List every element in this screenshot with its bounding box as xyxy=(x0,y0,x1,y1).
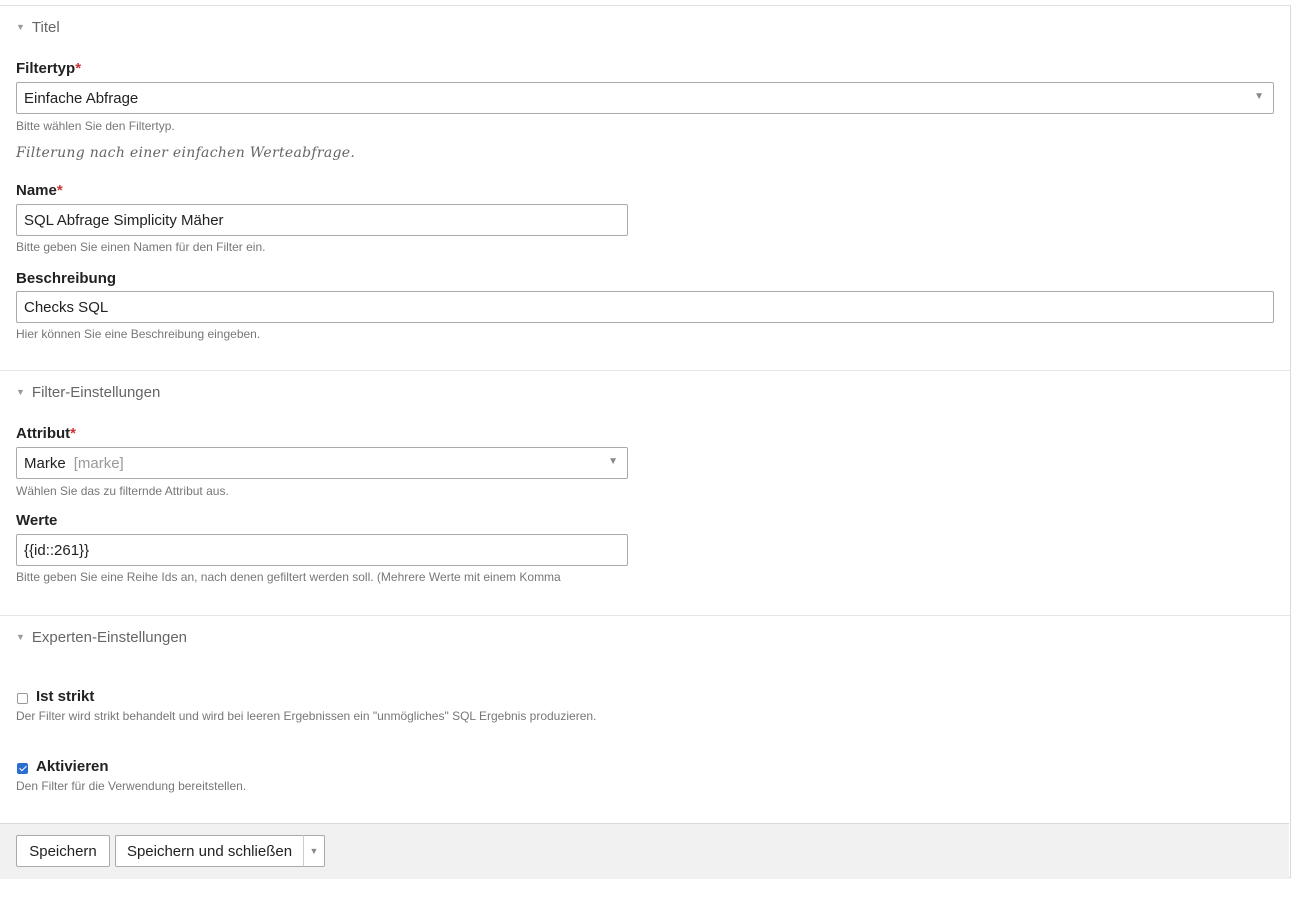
attribut-label: Attribut* xyxy=(16,425,76,442)
save-and-close-button[interactable]: Speichern und schließen xyxy=(115,835,304,867)
filtertyp-description: Filterung nach einer einfachen Werteabfr… xyxy=(16,145,356,161)
filtertyp-label-text: Filtertyp xyxy=(16,60,76,77)
required-mark: * xyxy=(70,425,76,442)
attribut-select[interactable]: Marke [marke] ▼ xyxy=(16,447,628,479)
section-filter-settings: ▼ Filter-Einstellungen Attribut* Marke [… xyxy=(0,371,1290,616)
section-expert-settings-toggle[interactable]: ▼ Experten-Einstellungen xyxy=(16,629,187,646)
chevron-down-icon: ▼ xyxy=(608,456,618,467)
triangle-down-icon: ▼ xyxy=(16,21,25,32)
chevron-down-icon: ▼ xyxy=(1254,91,1264,102)
attribut-value-sub: [marke] xyxy=(73,454,124,472)
aktivieren-checkbox[interactable] xyxy=(17,763,28,774)
aktivieren-label[interactable]: Aktivieren xyxy=(36,758,109,775)
section-filter-settings-toggle[interactable]: ▼ Filter-Einstellungen xyxy=(16,384,160,401)
section-filter-settings-legend: Filter-Einstellungen xyxy=(31,384,161,401)
required-mark: * xyxy=(56,182,63,199)
form-footer: Speichern Speichern und schließen ▼ xyxy=(0,823,1289,879)
triangle-down-icon: ▼ xyxy=(16,386,25,397)
name-input[interactable] xyxy=(16,204,628,236)
ist-strikt-help: Der Filter wird strikt behandelt und wir… xyxy=(16,709,597,723)
required-mark: * xyxy=(75,60,82,77)
attribut-help: Wählen Sie das zu filternde Attribut aus… xyxy=(16,484,229,498)
section-expert-settings-legend: Experten-Einstellungen xyxy=(31,629,188,646)
filter-edit-form: ▼ Titel Filtertyp* Einfache Abfrage ▼ Bi… xyxy=(0,5,1291,879)
triangle-down-icon: ▼ xyxy=(16,631,25,642)
werte-input[interactable] xyxy=(16,534,628,566)
name-label: Name* xyxy=(16,182,63,199)
werte-label: Werte xyxy=(16,512,58,529)
filtertyp-select[interactable]: Einfache Abfrage ▼ xyxy=(16,82,1274,114)
beschreibung-help: Hier können Sie eine Beschreibung eingeb… xyxy=(16,327,261,341)
name-label-text: Name xyxy=(16,182,57,199)
attribut-value: Marke xyxy=(24,454,66,472)
aktivieren-help: Den Filter für die Verwendung bereitstel… xyxy=(16,779,247,793)
filtertyp-value: Einfache Abfrage xyxy=(24,89,139,107)
filtertyp-label: Filtertyp* xyxy=(16,60,81,77)
section-title: ▼ Titel Filtertyp* Einfache Abfrage ▼ Bi… xyxy=(0,6,1290,371)
save-button[interactable]: Speichern xyxy=(16,835,110,867)
filtertyp-help: Bitte wählen Sie den Filtertyp. xyxy=(16,119,175,133)
attribut-label-text: Attribut xyxy=(16,425,71,442)
beschreibung-label: Beschreibung xyxy=(16,270,117,287)
ist-strikt-label[interactable]: Ist strikt xyxy=(36,688,94,705)
beschreibung-input[interactable] xyxy=(16,291,1274,323)
save-options-dropdown[interactable]: ▼ xyxy=(303,835,325,867)
werte-help: Bitte geben Sie eine Reihe Ids an, nach … xyxy=(16,570,561,584)
section-expert-settings: ▼ Experten-Einstellungen Ist strikt Der … xyxy=(0,616,1290,821)
chevron-down-icon: ▼ xyxy=(309,846,319,856)
name-help: Bitte geben Sie einen Namen für den Filt… xyxy=(16,240,266,254)
section-title-legend: Titel xyxy=(31,19,60,36)
ist-strikt-checkbox[interactable] xyxy=(17,693,28,704)
section-title-toggle[interactable]: ▼ Titel xyxy=(16,19,60,36)
